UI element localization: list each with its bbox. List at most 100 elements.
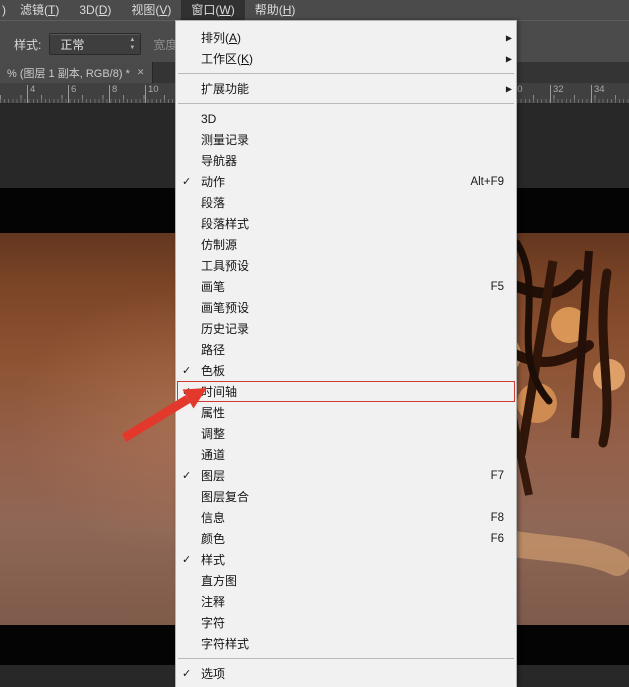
window-menu-item-图层复合[interactable]: 图层复合 — [176, 486, 516, 507]
window-menu-item-label: 样式 — [201, 551, 225, 568]
window-menu-item-信息[interactable]: 信息 F8 — [176, 507, 516, 528]
menu-separator — [178, 103, 514, 104]
document-tab[interactable]: % (图层 1 副本, RGB/8) * ✕ — [0, 62, 153, 83]
spinner-icon[interactable]: ▲▼ — [129, 36, 135, 52]
width-label: 宽度 — [153, 36, 177, 53]
window-menu-item-3D[interactable]: 3D — [176, 108, 516, 129]
window-menu-item-label: 图层复合 — [201, 488, 249, 505]
window-menu-item-工作区[interactable]: 工作区(K) ▶ — [176, 48, 516, 69]
window-menu-item-label: 段落 — [201, 194, 225, 211]
check-icon: ✓ — [182, 667, 201, 680]
window-menu-item-属性[interactable]: 属性 — [176, 402, 516, 423]
shortcut-label: Alt+F9 — [470, 176, 504, 188]
check-icon: ✓ — [182, 364, 201, 377]
window-menu-item-label: 段落样式 — [201, 215, 249, 232]
shortcut-label: F8 — [491, 512, 504, 524]
window-menu-item-label: 字符 — [201, 614, 225, 631]
ruler-number: 4 — [30, 84, 35, 95]
window-menu-item-直方图[interactable]: 直方图 — [176, 570, 516, 591]
window-menu-item-label: 颜色 — [201, 530, 225, 547]
window-menu-item-段落样式[interactable]: 段落样式 — [176, 213, 516, 234]
window-menu-item-label: 工具预设 — [201, 257, 249, 274]
ruler-number: 6 — [71, 84, 76, 95]
window-menu-item-label: 测量记录 — [201, 131, 249, 148]
window-menu-item-label: 导航器 — [201, 152, 237, 169]
ruler-number: 10 — [148, 84, 159, 95]
style-select[interactable]: 正常 ▲▼ — [49, 33, 141, 55]
window-menu-item-label: 字符样式 — [201, 635, 249, 652]
ruler-major-tick — [145, 85, 146, 103]
window-menu-item-排列[interactable]: 排列(A) ▶ — [176, 27, 516, 48]
window-menu-item-label: 仿制源 — [201, 236, 237, 253]
window-menu-item-历史记录[interactable]: 历史记录 — [176, 318, 516, 339]
window-menu-item-工具预设[interactable]: 工具预设 — [176, 255, 516, 276]
window-menu-item-label: 信息 — [201, 509, 225, 526]
window-menu-item-label: 属性 — [201, 404, 225, 421]
window-menu-item-字符样式[interactable]: 字符样式 — [176, 633, 516, 654]
window-menu-item-测量记录[interactable]: 测量记录 — [176, 129, 516, 150]
window-menu-item-选项[interactable]: ✓选项 — [176, 663, 516, 684]
window-menu-item-字符[interactable]: 字符 — [176, 612, 516, 633]
ruler-major-tick — [109, 85, 110, 103]
window-menu-dropdown: 排列(A) ▶ 工作区(K) ▶ 扩展功能 ▶ 3D 测量记录导航器 ✓动作Alt+F9 段落段落… — [175, 20, 517, 687]
window-menu-item-label: 画笔 — [201, 278, 225, 295]
window-menu-item-图层[interactable]: ✓图层F7 — [176, 465, 516, 486]
menubar-item-[interactable]: ) — [0, 0, 10, 20]
window-menu-item-色板[interactable]: ✓色板 — [176, 360, 516, 381]
ruler-number: 8 — [112, 84, 117, 95]
window-menu-item-动作[interactable]: ✓动作Alt+F9 — [176, 171, 516, 192]
document-tab-title: % (图层 1 副本, RGB/8) * — [7, 65, 130, 81]
submenu-arrow-icon: ▶ — [506, 33, 512, 42]
ruler-number: 34 — [594, 84, 605, 95]
photoshop-window: )滤镜(T)3D(D)视图(V)窗口(W)帮助(H) 样式: 正常 ▲▼ 宽度 … — [0, 0, 629, 687]
window-menu-item-label: 选项 — [201, 665, 225, 682]
ruler-major-tick — [550, 85, 551, 103]
style-select-value: 正常 — [60, 36, 84, 53]
menu-separator — [178, 73, 514, 74]
menubar-item-视图[interactable]: 视图(V) — [121, 0, 181, 20]
window-menu-item-段落[interactable]: 段落 — [176, 192, 516, 213]
submenu-arrow-icon: ▶ — [506, 54, 512, 63]
ruler-number: 32 — [553, 84, 564, 95]
window-menu-item-调整[interactable]: 调整 — [176, 423, 516, 444]
close-icon[interactable]: ✕ — [137, 67, 145, 78]
ruler-major-tick — [591, 85, 592, 103]
menubar-item-帮助[interactable]: 帮助(H) — [245, 0, 306, 20]
menu-bar: )滤镜(T)3D(D)视图(V)窗口(W)帮助(H) — [0, 0, 629, 20]
menubar-item-滤镜[interactable]: 滤镜(T) — [10, 0, 69, 20]
window-menu-item-画笔预设[interactable]: 画笔预设 — [176, 297, 516, 318]
window-menu-item-label: 时间轴 — [201, 383, 237, 400]
window-menu-item-label: 3D — [201, 112, 216, 126]
window-menu-item-扩展功能[interactable]: 扩展功能 ▶ — [176, 78, 516, 99]
window-menu-item-label: 路径 — [201, 341, 225, 358]
window-menu-item-label: 扩展功能 — [201, 80, 249, 97]
window-menu-item-通道[interactable]: 通道 — [176, 444, 516, 465]
window-menu-item-仿制源[interactable]: 仿制源 — [176, 234, 516, 255]
check-icon: ✓ — [182, 175, 201, 188]
window-menu-item-注释[interactable]: 注释 — [176, 591, 516, 612]
shortcut-label: F7 — [491, 470, 504, 482]
check-icon: ✓ — [182, 385, 201, 398]
window-menu-item-label: 调整 — [201, 425, 225, 442]
submenu-arrow-icon: ▶ — [506, 84, 512, 93]
window-menu-item-label: 图层 — [201, 467, 225, 484]
window-menu-item-画笔[interactable]: 画笔F5 — [176, 276, 516, 297]
window-menu-item-label: 通道 — [201, 446, 225, 463]
window-menu-item-label: 色板 — [201, 362, 225, 379]
window-menu-item-路径[interactable]: 路径 — [176, 339, 516, 360]
window-menu-item-label: 工作区(K) — [201, 50, 253, 67]
window-menu-item-导航器[interactable]: 导航器 — [176, 150, 516, 171]
window-menu-item-label: 直方图 — [201, 572, 237, 589]
window-menu-item-label: 历史记录 — [201, 320, 249, 337]
window-menu-item-label: 注释 — [201, 593, 225, 610]
window-menu-item-颜色[interactable]: 颜色 F6 — [176, 528, 516, 549]
window-menu-item-label: 画笔预设 — [201, 299, 249, 316]
ruler-major-tick — [27, 85, 28, 103]
menubar-item-3D[interactable]: 3D(D) — [69, 0, 121, 20]
shortcut-label: F6 — [491, 533, 504, 545]
window-menu-item-样式[interactable]: ✓样式 — [176, 549, 516, 570]
window-menu-item-时间轴[interactable]: ✓时间轴 — [176, 381, 516, 402]
menubar-item-窗口[interactable]: 窗口(W) — [181, 0, 244, 20]
check-icon: ✓ — [182, 553, 201, 566]
window-menu-item-label: 排列(A) — [201, 29, 241, 46]
